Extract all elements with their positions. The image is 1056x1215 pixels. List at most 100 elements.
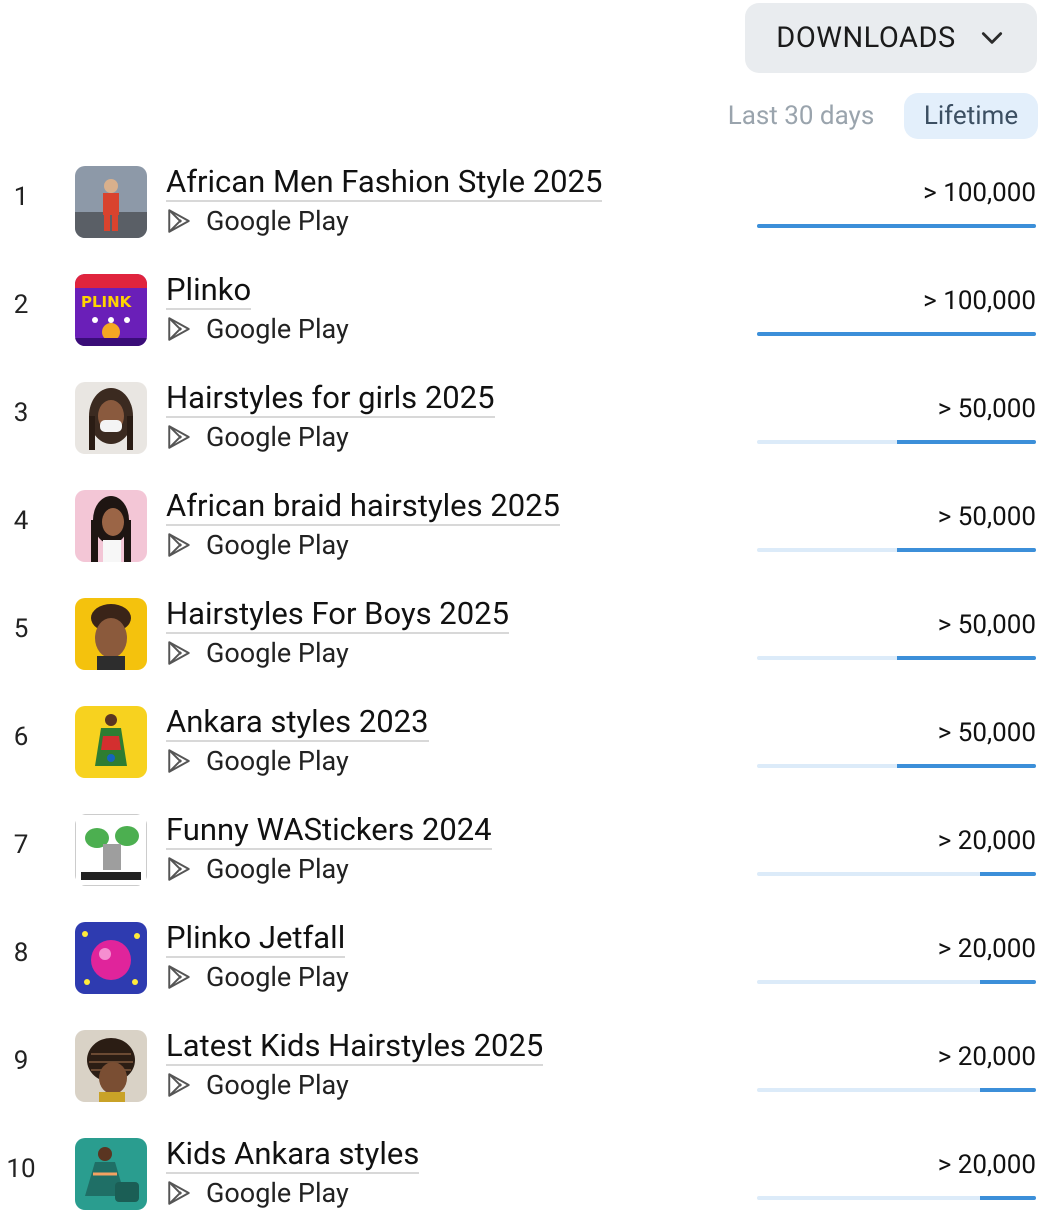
- app-title[interactable]: Plinko: [166, 272, 252, 310]
- list-item: 6 Ankara styles 2023 Google Play > 50,00…: [0, 688, 1056, 796]
- downloads-bar: [757, 980, 1036, 984]
- african-braid-icon[interactable]: [75, 490, 147, 562]
- hairstyles-girls-icon[interactable]: [75, 382, 147, 454]
- downloads-count: > 50,000: [937, 394, 1036, 424]
- list-item: 8 Plinko Jetfall Google Play > 20,000: [0, 904, 1056, 1012]
- list-item: 7 Funny WAStickers 2024 Google Play > 20…: [0, 796, 1056, 904]
- kids-ankara-icon[interactable]: [75, 1138, 147, 1210]
- downloads-bar-fill: [757, 224, 1036, 228]
- store-label: Google Play: [206, 205, 349, 237]
- downloads-bar-fill: [757, 332, 1036, 336]
- google-play-icon: [168, 965, 190, 989]
- funny-stickers-icon[interactable]: [75, 814, 147, 886]
- app-title[interactable]: Funny WAStickers 2024: [166, 812, 492, 850]
- list-item: 4 African braid hairstyles 2025 Google P…: [0, 472, 1056, 580]
- list-item: 10 Kids Ankara styles Google Play > 20,0…: [0, 1120, 1056, 1215]
- downloads-bar-fill: [980, 1196, 1036, 1200]
- rank-number: 2: [13, 290, 29, 320]
- metric-dropdown[interactable]: DOWNLOADS: [745, 3, 1037, 73]
- rank-number: 4: [13, 506, 29, 536]
- downloads-count: > 20,000: [937, 1042, 1036, 1072]
- store-label: Google Play: [206, 853, 349, 885]
- downloads-count: > 20,000: [937, 826, 1036, 856]
- list-item: 9 Latest Kids Hairstyles 2025 Google Pla…: [0, 1012, 1056, 1120]
- google-play-icon: [168, 317, 190, 341]
- downloads-bar: [757, 1196, 1036, 1200]
- rank-number: 8: [13, 938, 29, 968]
- store-info: Google Play: [166, 852, 349, 886]
- downloads-bar-fill: [896, 440, 1036, 444]
- rank-number: 3: [13, 398, 29, 428]
- downloads-count: > 20,000: [937, 934, 1036, 964]
- downloads-bar-fill: [896, 656, 1036, 660]
- hairstyles-boys-icon[interactable]: [75, 598, 147, 670]
- rank-number: 1: [13, 182, 29, 212]
- svg-text:PLINK: PLINK: [81, 293, 133, 311]
- downloads-count: > 50,000: [937, 718, 1036, 748]
- downloads-bar-fill: [980, 980, 1036, 984]
- store-info: Google Play: [166, 1176, 349, 1210]
- chevron-down-icon: [978, 24, 1006, 52]
- rank-number: 7: [13, 830, 29, 860]
- downloads-bar: [757, 1088, 1036, 1092]
- google-play-icon: [168, 857, 190, 881]
- app-title[interactable]: Latest Kids Hairstyles 2025: [166, 1028, 544, 1066]
- app-title[interactable]: African Men Fashion Style 2025: [166, 164, 603, 202]
- app-title[interactable]: African braid hairstyles 2025: [166, 488, 560, 526]
- downloads-bar-fill: [896, 548, 1036, 552]
- tab-last-30-days[interactable]: Last 30 days: [712, 93, 890, 139]
- store-label: Google Play: [206, 1069, 349, 1101]
- app-title[interactable]: Hairstyles For Boys 2025: [166, 596, 509, 634]
- list-item: 1 African Men Fashion Style 2025 Google …: [0, 148, 1056, 256]
- google-play-icon: [168, 533, 190, 557]
- downloads-bar: [757, 656, 1036, 660]
- app-title[interactable]: Kids Ankara styles: [166, 1136, 420, 1174]
- downloads-bar-fill: [980, 872, 1036, 876]
- app-title[interactable]: Hairstyles for girls 2025: [166, 380, 495, 418]
- store-label: Google Play: [206, 1177, 349, 1209]
- store-info: Google Play: [166, 744, 349, 778]
- app-title[interactable]: Plinko Jetfall: [166, 920, 346, 958]
- google-play-icon: [168, 749, 190, 773]
- plinko-jetfall-icon[interactable]: [75, 922, 147, 994]
- google-play-icon: [168, 1181, 190, 1205]
- store-info: Google Play: [166, 204, 349, 238]
- store-label: Google Play: [206, 961, 349, 993]
- list-item: 5 Hairstyles For Boys 2025 Google Play >…: [0, 580, 1056, 688]
- store-info: Google Play: [166, 420, 349, 454]
- rank-number: 5: [13, 614, 29, 644]
- store-label: Google Play: [206, 637, 349, 669]
- kids-hairstyles-icon[interactable]: [75, 1030, 147, 1102]
- tab-lifetime[interactable]: Lifetime: [904, 93, 1038, 139]
- downloads-bar: [757, 764, 1036, 768]
- african-men-fashion-icon[interactable]: [75, 166, 147, 238]
- google-play-icon: [168, 209, 190, 233]
- rank-number: 6: [13, 722, 29, 752]
- store-info: Google Play: [166, 960, 349, 994]
- app-title[interactable]: Ankara styles 2023: [166, 704, 429, 742]
- store-info: Google Play: [166, 636, 349, 670]
- store-label: Google Play: [206, 745, 349, 777]
- store-label: Google Play: [206, 421, 349, 453]
- list-item: 2 PLINK Plinko Google Play > 100,000: [0, 256, 1056, 364]
- rank-number: 9: [13, 1046, 29, 1076]
- store-label: Google Play: [206, 313, 349, 345]
- ankara-styles-icon[interactable]: [75, 706, 147, 778]
- downloads-bar: [757, 548, 1036, 552]
- store-info: Google Play: [166, 312, 349, 346]
- downloads-bar: [757, 872, 1036, 876]
- rank-number: 10: [6, 1154, 36, 1184]
- plinko-icon[interactable]: PLINK: [75, 274, 147, 346]
- google-play-icon: [168, 425, 190, 449]
- downloads-bar: [757, 224, 1036, 228]
- app-ranking-list: 1 African Men Fashion Style 2025 Google …: [0, 148, 1056, 1215]
- downloads-bar: [757, 332, 1036, 336]
- downloads-count: > 100,000: [923, 286, 1036, 316]
- downloads-count: > 50,000: [937, 610, 1036, 640]
- downloads-bar-fill: [896, 764, 1036, 768]
- downloads-count: > 50,000: [937, 502, 1036, 532]
- metric-dropdown-label: DOWNLOADS: [776, 21, 956, 55]
- google-play-icon: [168, 1073, 190, 1097]
- list-item: 3 Hairstyles for girls 2025 Google Play …: [0, 364, 1056, 472]
- downloads-bar: [757, 440, 1036, 444]
